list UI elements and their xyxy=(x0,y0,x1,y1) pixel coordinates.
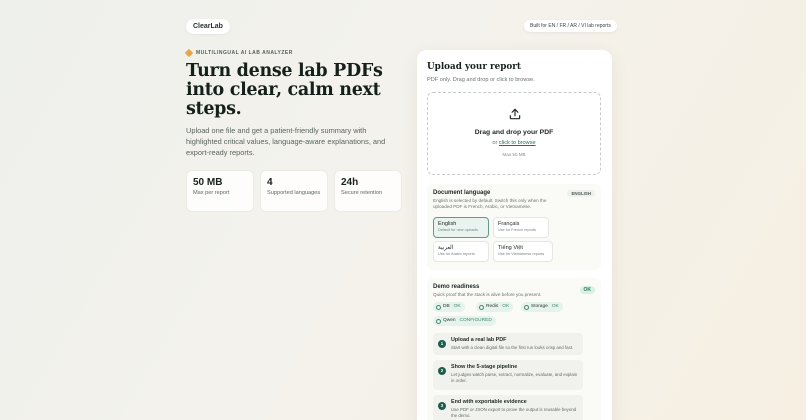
language-name: العربية xyxy=(438,245,454,251)
status-chip-db: DB OK xyxy=(433,302,465,312)
readiness-title: Demo readiness xyxy=(433,284,480,290)
chip-name: Qwen xyxy=(443,318,456,323)
check-icon xyxy=(524,304,529,310)
language-badge: ENGLISH xyxy=(567,190,595,197)
upload-hint: PDF only. Drag and drop or click to brow… xyxy=(427,77,535,83)
step-desc: Start with a clean digital file so the f… xyxy=(451,345,574,350)
check-icon xyxy=(436,318,441,324)
chip-status: CONFIGURED xyxy=(459,318,492,323)
status-chip-storage: Storage OK xyxy=(521,302,563,312)
step-card: 3 End with exportable evidence Use PDF o… xyxy=(433,395,583,420)
chip-status: OK xyxy=(502,304,510,309)
language-name: Français xyxy=(498,221,520,227)
step-desc: Let judges watch parse, extract, normali… xyxy=(451,372,578,383)
readiness-section: Demo readiness Quick proof that the stac… xyxy=(427,278,601,420)
step-card: 2 Show the 5-stage pipeline Let judges w… xyxy=(433,360,583,390)
language-option-french[interactable]: Français Use for French reports xyxy=(493,217,549,238)
browse-link[interactable]: click to browse xyxy=(499,140,536,146)
language-hint: Default for new uploads xyxy=(438,228,478,232)
language-section: Document language English is selected by… xyxy=(427,184,601,270)
language-option-english[interactable]: English Default for new uploads xyxy=(433,217,489,238)
chip-name: Redis xyxy=(486,304,499,309)
step-number: 2 xyxy=(438,367,446,375)
stat-card-languages: 4 Supported languages xyxy=(260,170,328,212)
language-option-arabic[interactable]: العربية Use for Arabic reports xyxy=(433,241,489,262)
or-text: or xyxy=(492,140,498,146)
check-icon xyxy=(479,304,484,310)
drop-max: Max 50 MB xyxy=(502,152,526,157)
stat-label: Supported languages xyxy=(267,190,321,196)
stat-label: Secure retention xyxy=(341,190,383,196)
check-icon xyxy=(436,304,441,310)
stat-value: 50 MB xyxy=(193,177,223,188)
chip-status: OK xyxy=(551,304,559,309)
eyebrow-text: MULTILINGUAL AI LAB ANALYZER xyxy=(196,50,293,56)
readiness-desc: Quick proof that the stack is alive befo… xyxy=(433,292,542,297)
hero-subtitle: Upload one file and get a patient-friend… xyxy=(186,126,386,157)
chip-status: OK xyxy=(453,304,461,309)
drop-zone[interactable]: Drag and drop your PDF or click to brows… xyxy=(427,92,601,175)
chip-name: Storage xyxy=(531,304,548,309)
built-for-badge: Built for EN / FR / AR / VI lab reports xyxy=(524,20,617,32)
upload-icon xyxy=(509,108,521,120)
readiness-badge: OK xyxy=(579,286,595,294)
language-desc: English is selected by default. Switch t… xyxy=(433,198,547,209)
step-title: Show the 5-stage pipeline xyxy=(451,364,518,370)
stat-label: Max per report xyxy=(193,190,230,196)
drop-title: Drag and drop your PDF xyxy=(474,129,554,136)
step-desc: Use PDF or JSON export to prove the outp… xyxy=(451,407,577,418)
drop-browse-line: or click to browse xyxy=(428,140,600,146)
eyebrow: MULTILINGUAL AI LAB ANALYZER xyxy=(184,48,293,58)
step-number: 1 xyxy=(438,340,446,348)
language-option-vietnamese[interactable]: Tiếng Việt Use for Vietnamese reports xyxy=(493,241,553,262)
brand-logo[interactable]: ClearLab xyxy=(186,19,230,34)
status-chip-redis: Redis OK xyxy=(476,302,514,312)
stat-card-retention: 24h Secure retention xyxy=(334,170,402,212)
language-hint: Use for Arabic reports xyxy=(438,252,475,256)
language-hint: Use for Vietnamese reports xyxy=(498,252,545,256)
stat-value: 24h xyxy=(341,177,359,188)
upload-title: Upload your report xyxy=(427,62,521,72)
stat-card-size: 50 MB Max per report xyxy=(186,170,254,212)
step-title: End with exportable evidence xyxy=(451,399,527,405)
status-chip-qwen: Qwen CONFIGURED xyxy=(433,316,496,326)
language-hint: Use for French reports xyxy=(498,228,536,232)
sparkle-icon xyxy=(184,48,194,58)
language-name: Tiếng Việt xyxy=(498,245,523,251)
step-card: 1 Upload a real lab PDF Start with a cle… xyxy=(433,333,583,355)
upload-card: Upload your report PDF only. Drag and dr… xyxy=(417,50,612,420)
step-number: 3 xyxy=(438,402,446,410)
chip-name: DB xyxy=(443,304,450,309)
stat-value: 4 xyxy=(267,177,273,188)
step-title: Upload a real lab PDF xyxy=(451,337,507,343)
hero-title: Turn dense lab PDFs into clear, calm nex… xyxy=(186,61,383,119)
language-name: English xyxy=(438,221,457,227)
language-title: Document language xyxy=(433,190,491,196)
